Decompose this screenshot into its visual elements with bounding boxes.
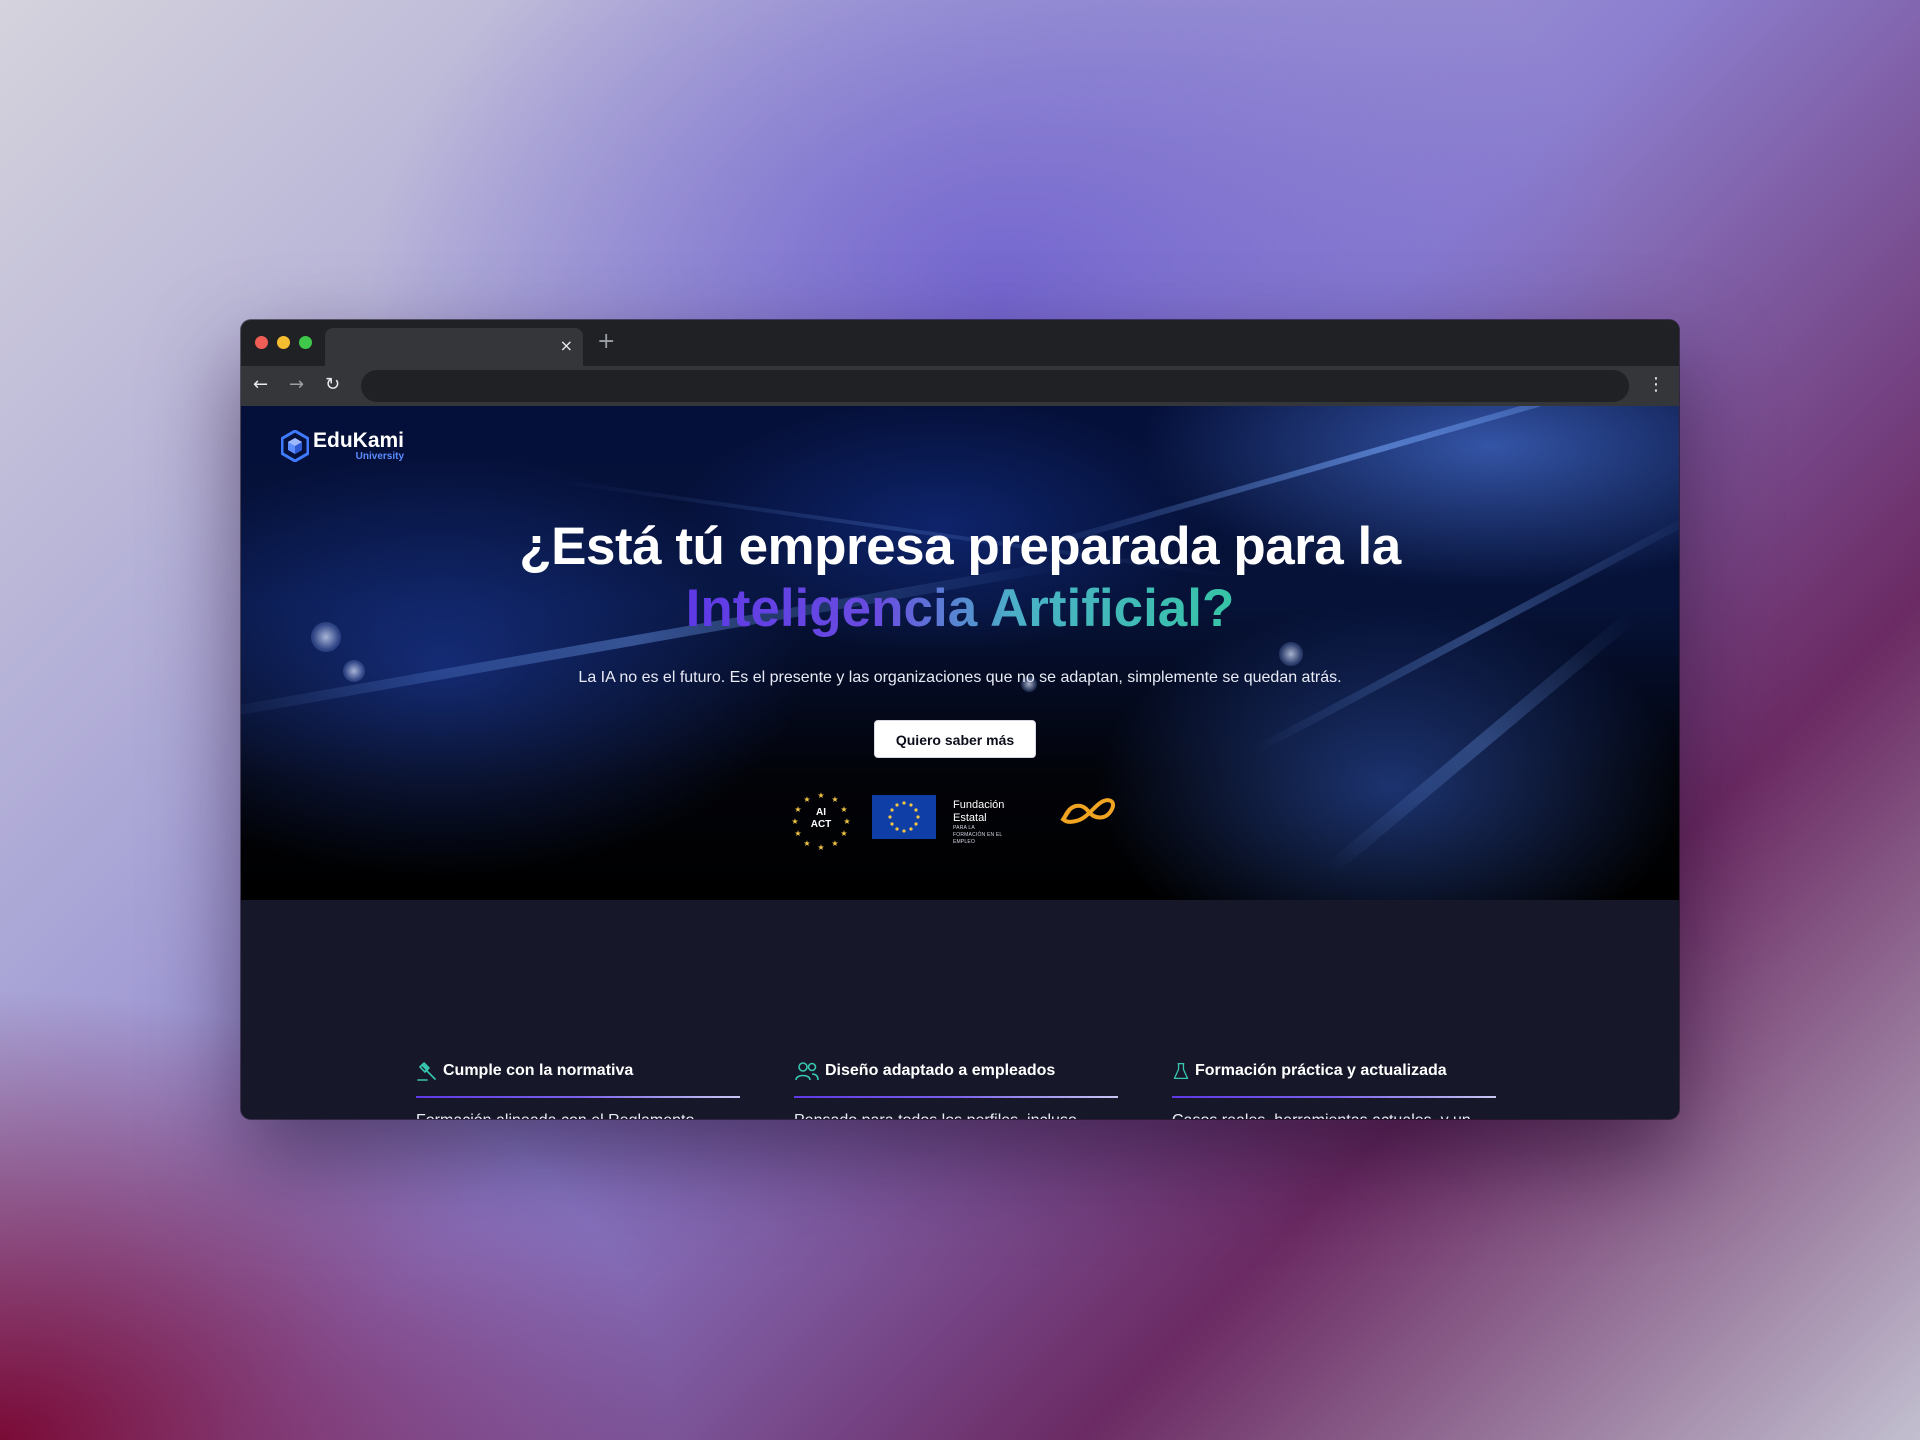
hero-headline: ¿Está tú empresa preparada para la <box>519 517 1401 576</box>
logo-subtitle: University <box>355 451 405 462</box>
eu-flag-icon <box>872 795 936 839</box>
hero-subtitle: La IA no es el futuro. Es el presente y … <box>578 669 1342 686</box>
feature-description: Casos reales, herramientas actuales, y u… <box>1172 1110 1496 1119</box>
site-logo[interactable]: EduKami University <box>281 430 404 462</box>
fundacion-estatal-badge: Fundación Estatal PARA LA FORMACIÓN EN E… <box>953 799 1004 846</box>
bokeh-light <box>1279 642 1303 666</box>
cta-button[interactable]: Quiero saber más <box>874 720 1036 758</box>
new-tab-button[interactable]: + <box>597 330 615 354</box>
flask-icon <box>1173 1062 1189 1080</box>
svg-text:★: ★ <box>831 839 838 848</box>
ai-act-line1: AI <box>816 807 826 818</box>
feature-description: Formación alineada con el Reglamento <box>416 1110 740 1119</box>
feature-divider <box>794 1096 1118 1098</box>
svg-text:★: ★ <box>831 795 838 804</box>
feature-title: Formación práctica y actualizada <box>1195 1062 1447 1079</box>
reload-icon[interactable]: ↻ <box>325 374 340 396</box>
close-window-button[interactable] <box>255 336 268 349</box>
ai-act-text: AI ACT <box>790 807 852 831</box>
feature-title: Cumple con la normativa <box>443 1062 634 1079</box>
gavel-icon <box>417 1062 436 1081</box>
address-bar[interactable] <box>361 370 1629 402</box>
features-section: Cumple con la normativa Formación alinea… <box>241 900 1679 1119</box>
logo-name: EduKami <box>313 429 405 452</box>
svg-text:★: ★ <box>817 791 824 800</box>
fundacion-name: Fundación Estatal <box>953 799 1005 824</box>
ai-act-badge: ★ ★ ★ ★ ★ ★ ★ ★ ★ ★ ★ ★ AI ACT <box>790 789 852 852</box>
page-viewport: EduKami University ¿Está tú empresa prep… <box>241 406 1679 1119</box>
hexagon-cube-icon <box>281 430 309 462</box>
feature-title: Diseño adaptado a empleados <box>825 1062 1056 1079</box>
fundacion-subtitle: PARA LA FORMACIÓN EN EL EMPLEO <box>953 825 1003 845</box>
feature-card: Cumple con la normativa Formación alinea… <box>416 1058 740 1119</box>
svg-text:★: ★ <box>803 795 810 804</box>
close-tab-icon[interactable]: × <box>560 336 573 356</box>
hero-section: EduKami University ¿Está tú empresa prep… <box>241 406 1679 900</box>
feature-divider <box>416 1096 740 1098</box>
hero-headline-accent: Inteligencia Artificial? <box>241 578 1679 640</box>
back-arrow-icon[interactable]: ← <box>253 374 268 396</box>
fundacion-logo-icon <box>1060 798 1115 824</box>
browser-menu-icon[interactable]: ⋮ <box>1647 374 1665 396</box>
feature-card: Diseño adaptado a empleados Pensado para… <box>794 1058 1118 1119</box>
tab-bar: × + <box>241 320 1679 366</box>
browser-toolbar: ← → ↻ ⋮ <box>241 366 1679 406</box>
hero-headline-accent-text: Inteligencia Artificial? <box>685 579 1235 638</box>
browser-window: × + ← → ↻ ⋮ EduKami University ¿Está tú … <box>241 320 1679 1119</box>
feature-card: Formación práctica y actualizada Casos r… <box>1172 1058 1496 1119</box>
browser-tab[interactable]: × <box>325 328 583 366</box>
forward-arrow-icon[interactable]: → <box>289 374 304 396</box>
users-icon <box>795 1062 819 1081</box>
feature-description: Pensado para todos los perfiles, incluso <box>794 1110 1118 1119</box>
maximize-window-button[interactable] <box>299 336 312 349</box>
feature-divider <box>1172 1096 1496 1098</box>
ai-act-line2: ACT <box>810 819 832 830</box>
light-beam <box>1323 609 1639 877</box>
svg-text:★: ★ <box>817 843 824 851</box>
svg-text:★: ★ <box>803 839 810 848</box>
minimize-window-button[interactable] <box>277 336 290 349</box>
